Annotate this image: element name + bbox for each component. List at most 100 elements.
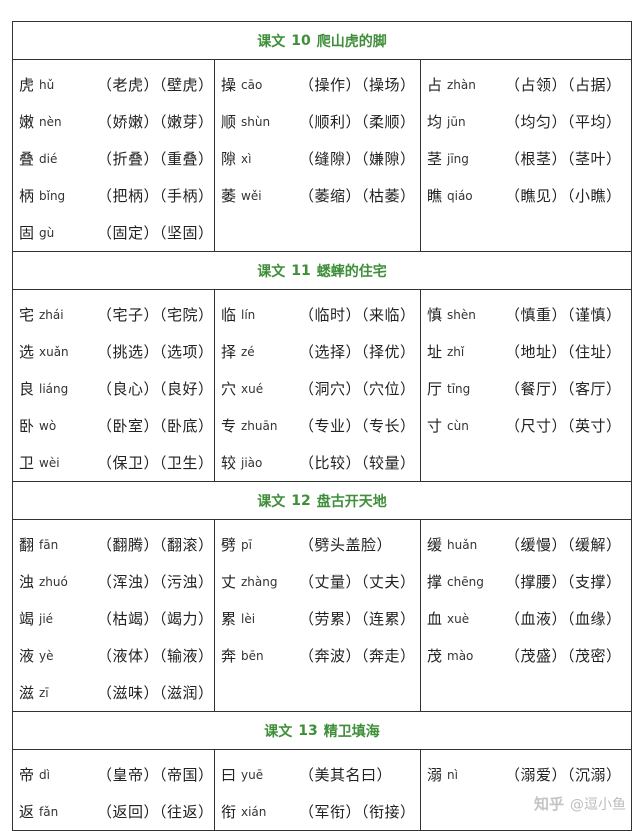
- word-group: （卧室）（卧底）: [97, 417, 214, 435]
- pinyin: jié: [39, 611, 54, 626]
- word-column: 劈 pī （劈头盖脸） 丈 zhàng （丈量）（丈夫） 累 lèi （劳累）（连累） 奔b…: [214, 520, 420, 711]
- pinyin: xì: [241, 151, 252, 166]
- word-group: （宅子）（宅院）: [97, 306, 214, 324]
- word-group: （娇嫩）（嫩芽）: [97, 113, 214, 131]
- word-group: （瞧见）（小瞧）: [505, 187, 622, 205]
- pinyin: jiào: [241, 455, 263, 470]
- word-row: 累 lèi （劳累）（连累）: [221, 600, 420, 637]
- word-row: 萎 wěi （萎缩）（枯萎）: [221, 177, 420, 214]
- pinyin: lín: [241, 307, 256, 322]
- character: 址: [427, 343, 443, 361]
- character: 柄: [19, 187, 35, 205]
- word-row: 叠 dié （折叠）（重叠）: [19, 140, 214, 177]
- lesson-name: 盘古开天地: [316, 493, 387, 510]
- pinyin: nì: [447, 767, 458, 782]
- pinyin: zhuó: [39, 574, 68, 589]
- word-row: 撑 chēng （撑腰）（支撑）: [427, 563, 629, 600]
- pinyin: qiáo: [447, 188, 473, 203]
- pinyin: xián: [241, 804, 267, 819]
- word-row: 竭 jié （枯竭）（竭力）: [19, 600, 214, 637]
- word-column: 帝 dì （皇帝）（帝国） 返 fǎn （返回）（往返）: [13, 750, 214, 830]
- character: 较: [221, 454, 237, 472]
- word-row: 占 zhàn （占领）（占据）: [427, 66, 629, 103]
- character: 隙: [221, 150, 237, 168]
- lesson-label: 课文: [257, 33, 286, 50]
- word-column: 操 cāo （操作）（操场） 顺 shùn （顺利）（柔顺） 隙 xì （缝隙）（嫌隙） 萎…: [214, 60, 420, 251]
- word-row: 固 gù （固定）（坚固）: [19, 214, 214, 251]
- word-group: （滋味）（滋润）: [97, 684, 214, 702]
- character: 丈: [221, 573, 237, 591]
- lesson-label: 课文: [264, 723, 293, 740]
- pinyin: xuǎn: [39, 344, 69, 359]
- lesson-grid: 帝 dì （皇帝）（帝国） 返 fǎn （返回）（往返） 曰 yuē （美其名曰） 衔 xiá…: [13, 750, 631, 831]
- character: 浊: [19, 573, 35, 591]
- character: 宅: [19, 306, 35, 324]
- character: 厅: [427, 380, 443, 398]
- word-row: 返 fǎn （返回）（往返）: [19, 793, 214, 830]
- word-group: （撑腰）（支撑）: [505, 573, 622, 591]
- word-group: （翻腾）（翻滚）: [97, 536, 214, 554]
- word-row: 衔 xián （军衔）（衔接）: [221, 793, 420, 830]
- character: 帝: [19, 766, 35, 784]
- word-row: 嫩 nèn （娇嫩）（嫩芽）: [19, 103, 214, 140]
- word-group: （临时）（来临）: [299, 306, 416, 324]
- character: 慎: [427, 306, 443, 324]
- word-group: （劈头盖脸）: [299, 536, 393, 554]
- character: 茎: [427, 150, 443, 168]
- pinyin: lèi: [241, 611, 256, 626]
- pinyin: gù: [39, 225, 55, 240]
- word-group: （选择）（择优）: [299, 343, 416, 361]
- word-row: 专 zhuān （专业）（专长）: [221, 407, 420, 444]
- pinyin: jīng: [447, 151, 469, 166]
- word-row: 宅 zhái （宅子）（宅院）: [19, 296, 214, 333]
- character: 顺: [221, 113, 237, 131]
- lesson-number: 13: [298, 722, 318, 739]
- word-row: 寸 cùn （尺寸）（英寸）: [427, 407, 629, 444]
- lesson-name: 蟋蟀的住宅: [316, 263, 387, 280]
- pinyin: zhàn: [447, 77, 476, 92]
- character: 固: [19, 224, 35, 242]
- word-row: 劈 pī （劈头盖脸）: [221, 526, 420, 563]
- word-row: 滋 zī （滋味）（滋润）: [19, 674, 214, 711]
- pinyin: chēng: [447, 574, 484, 589]
- lesson-title: 课文 13 精卫填海: [13, 712, 631, 750]
- pinyin: tīng: [447, 381, 471, 396]
- word-group: （茂盛）（茂密）: [505, 647, 622, 665]
- character: 溺: [427, 766, 443, 784]
- watermark: 知乎 @逗小鱼: [534, 793, 626, 814]
- word-group: （尺寸）（英寸）: [505, 417, 622, 435]
- lesson-title: 课文 12 盘古开天地: [13, 482, 631, 520]
- character: 滋: [19, 684, 35, 702]
- word-column: 占 zhàn （占领）（占据） 均 jūn （均匀）（平均） 茎 jīng （根茎）（茎叶）…: [420, 60, 629, 251]
- word-row: 选 xuǎn （挑选）（选项）: [19, 333, 214, 370]
- character: 累: [221, 610, 237, 628]
- pinyin: wèi: [39, 455, 60, 470]
- word-group: （根茎）（茎叶）: [505, 150, 622, 168]
- pinyin: xuè: [447, 611, 470, 626]
- pinyin: wěi: [241, 188, 262, 203]
- word-column: 曰 yuē （美其名曰） 衔 xián （军衔）（衔接）: [214, 750, 420, 830]
- character: 均: [427, 113, 443, 131]
- word-group: （老虎）（壁虎）: [97, 76, 214, 94]
- word-row: 择 zé （选择）（择优）: [221, 333, 420, 370]
- word-group: （慎重）（谨慎）: [505, 306, 622, 324]
- character: 翻: [19, 536, 35, 554]
- pinyin: wò: [39, 418, 57, 433]
- word-row: 卫 wèi （保卫）（卫生）: [19, 444, 214, 481]
- word-row: 奔 bēn （奔波）（奔走）: [221, 637, 420, 674]
- character: 劈: [221, 536, 237, 554]
- lesson-title: 课文 11 蟋蟀的住宅: [13, 252, 631, 290]
- pinyin: mào: [447, 648, 474, 663]
- pinyin: shèn: [447, 307, 476, 322]
- word-group: （保卫）（卫生）: [97, 454, 214, 472]
- watermark-author: @逗小鱼: [570, 796, 626, 813]
- zhihu-logo: 知乎: [533, 795, 564, 813]
- pinyin: cāo: [241, 77, 263, 92]
- pinyin: fān: [39, 537, 59, 552]
- lesson-grid: 宅 zhái （宅子）（宅院） 选 xuǎn （挑选）（选项） 良 liáng （良心）（良…: [13, 290, 631, 482]
- word-row: 较 jiào （比较）（较量）: [221, 444, 420, 481]
- character: 衔: [221, 803, 237, 821]
- word-row: 瞧 qiáo （瞧见）（小瞧）: [427, 177, 629, 214]
- word-row: 曰 yuē （美其名曰）: [221, 756, 420, 793]
- word-column: 翻 fān （翻腾）（翻滚） 浊 zhuó （浑浊）（污浊） 竭 jié （枯竭）（竭力） …: [13, 520, 214, 711]
